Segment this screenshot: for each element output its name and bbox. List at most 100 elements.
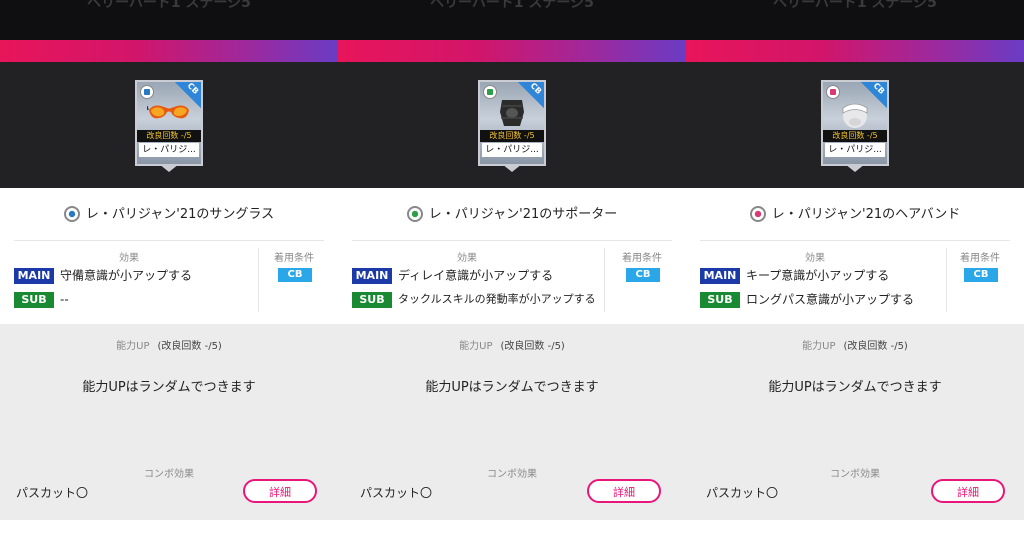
condition-header: 着用条件 — [274, 253, 314, 264]
column-divider — [604, 248, 605, 312]
sunglasses-icon — [147, 105, 189, 119]
item-card[interactable]: CB 改良回数 -/5 レ・パリジ... — [135, 80, 203, 172]
sunglasses-category-icon — [63, 205, 80, 222]
improve-count: 改良回数 -/5 — [480, 130, 544, 142]
effect-header: 効果 — [119, 253, 139, 264]
sub-effect-text: -- — [60, 292, 69, 307]
stage-header-text: ベリーハード1 ステージ5 — [87, 0, 251, 11]
main-effect-text: 守備意識が小アップする — [60, 268, 193, 283]
ability-text: 能力UPはランダムでつきます — [82, 380, 256, 395]
column-divider — [258, 248, 259, 312]
headband-category-icon — [749, 205, 766, 222]
improve-count: 改良回数 -/5 — [137, 130, 201, 142]
supporter-category-icon — [406, 205, 423, 222]
item-preview-area: CB 改良回数 -/5 レ・パリジ... — [686, 62, 1024, 188]
bottom-spacer — [686, 520, 1024, 540]
bottom-spacer — [0, 520, 338, 540]
bottom-spacer — [338, 520, 686, 540]
effect-header: 効果 — [805, 253, 825, 264]
combo-header: コンボ効果 — [830, 469, 880, 480]
ability-text: 能力UPはランダムでつきます — [425, 380, 599, 395]
knee-supporter-icon — [500, 100, 524, 126]
sub-effect-text: タックルスキルの発動率が小アップする — [398, 292, 596, 306]
detail-button[interactable]: 詳細 — [931, 479, 1005, 503]
detail-button[interactable]: 詳細 — [587, 479, 661, 503]
condition-header: 着用条件 — [622, 253, 662, 264]
position-badge-text: CB — [185, 81, 201, 96]
ability-improve-count: (改良回数 -/5) — [500, 341, 565, 352]
main-tag: MAIN — [700, 267, 740, 284]
item-title-text: レ・パリジャン'21のサポーター — [428, 207, 618, 222]
stage-header: ベリーハード1 ステージ5 — [686, 0, 1024, 40]
sub-effect-row: SUB タックルスキルの発動率が小アップする — [352, 290, 596, 308]
stage-header-text: ベリーハード1 ステージ5 — [773, 0, 937, 11]
item-short-name: レ・パリジ... — [482, 143, 542, 157]
card-pointer — [845, 164, 865, 172]
main-effect-row: MAIN キープ意識が小アップする — [700, 266, 889, 284]
sub-effect-text: ロングパス意識が小アップする — [746, 292, 915, 307]
combo-text: パスカット〇 — [360, 486, 433, 500]
ability-improve-count: (改良回数 -/5) — [157, 341, 222, 352]
item-title: レ・パリジャン'21のサポーター — [338, 200, 686, 230]
ability-header-label: 能力UP — [116, 341, 150, 352]
equipment-panel-supporter: ベリーハード1 ステージ5 CB 改良回数 -/5 レ・パリジ... レ・パリジ… — [338, 0, 686, 540]
stage-header: ベリーハード1 ステージ5 — [338, 0, 686, 40]
category-icon — [140, 85, 154, 99]
item-title-text: レ・パリジャン'21のサングラス — [85, 207, 275, 222]
sub-tag: SUB — [14, 291, 54, 308]
ability-header: 能力UP (改良回数 -/5) — [338, 337, 686, 352]
effect-header: 効果 — [457, 253, 477, 264]
divider — [700, 240, 1010, 241]
main-effect-text: キープ意識が小アップする — [746, 268, 890, 283]
ability-header: 能力UP (改良回数 -/5) — [686, 337, 1024, 352]
item-short-name: レ・パリジ... — [139, 143, 199, 157]
condition-header: 着用条件 — [960, 253, 1000, 264]
detail-button[interactable]: 詳細 — [243, 479, 317, 503]
card-pointer — [159, 164, 179, 172]
ability-header-label: 能力UP — [459, 341, 493, 352]
category-icon — [826, 85, 840, 99]
item-title-text: レ・パリジャン'21のヘアバンド — [771, 207, 961, 222]
item-title: レ・パリジャン'21のサングラス — [0, 200, 338, 230]
sub-effect-row: SUB -- — [14, 290, 69, 308]
ability-header-label: 能力UP — [802, 341, 836, 352]
item-preview-area: CB 改良回数 -/5 レ・パリジ... — [338, 62, 686, 188]
header-gradient-bar — [686, 40, 1024, 62]
stage-header-text: ベリーハード1 ステージ5 — [430, 0, 594, 11]
sub-tag: SUB — [700, 291, 740, 308]
item-preview-area: CB 改良回数 -/5 レ・パリジ... — [0, 62, 338, 188]
divider — [14, 240, 324, 241]
main-effect-text: ディレイ意識が小アップする — [398, 268, 554, 283]
combo-header: コンボ効果 — [144, 469, 194, 480]
main-effect-row: MAIN 守備意識が小アップする — [14, 266, 192, 284]
ability-text: 能力UPはランダムでつきます — [768, 380, 942, 395]
sub-tag: SUB — [352, 291, 392, 308]
condition-badge: CB — [278, 268, 312, 282]
combo-text: パスカット〇 — [706, 486, 779, 500]
stage-header: ベリーハード1 ステージ5 — [0, 0, 338, 40]
card-pointer — [502, 164, 522, 172]
item-card[interactable]: CB 改良回数 -/5 レ・パリジ... — [821, 80, 889, 172]
condition-badge: CB — [626, 268, 660, 282]
item-title: レ・パリジャン'21のヘアバンド — [686, 200, 1024, 230]
improve-count: 改良回数 -/5 — [823, 130, 887, 142]
ability-improve-count: (改良回数 -/5) — [843, 341, 908, 352]
header-gradient-bar — [0, 40, 338, 62]
category-icon — [483, 85, 497, 99]
item-short-name: レ・パリジ... — [825, 143, 885, 157]
equipment-panel-headband: ベリーハード1 ステージ5 CB 改良回数 -/5 レ・パリジ... レ・パリジ… — [686, 0, 1024, 540]
ability-header: 能力UP (改良回数 -/5) — [0, 337, 338, 352]
main-tag: MAIN — [14, 267, 54, 284]
combo-header: コンボ効果 — [487, 469, 537, 480]
condition-badge: CB — [964, 268, 998, 282]
position-badge-text: CB — [871, 81, 887, 96]
sub-effect-row: SUB ロングパス意識が小アップする — [700, 290, 914, 308]
column-divider — [946, 248, 947, 312]
header-gradient-bar — [338, 40, 686, 62]
position-badge-text: CB — [528, 81, 544, 96]
equipment-panel-sunglasses: ベリーハード1 ステージ5 CB 改良回数 -/5 レ・パリジ... レ・パリジ… — [0, 0, 338, 540]
combo-text: パスカット〇 — [16, 486, 89, 500]
main-effect-row: MAIN ディレイ意識が小アップする — [352, 266, 553, 284]
headband-icon — [842, 103, 868, 128]
item-card[interactable]: CB 改良回数 -/5 レ・パリジ... — [478, 80, 546, 172]
